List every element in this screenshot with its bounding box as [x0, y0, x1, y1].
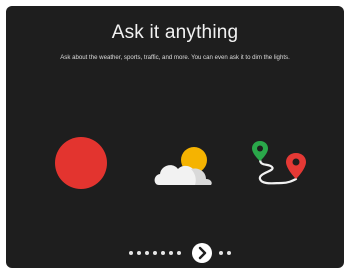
page-dot: [153, 251, 157, 255]
page-dot: [219, 251, 223, 255]
page-dot: [129, 251, 133, 255]
page-dot: [169, 251, 173, 255]
page-dot: [161, 251, 165, 255]
weather-icon: [151, 143, 213, 189]
page-subtitle: Ask about the weather, sports, traffic, …: [60, 54, 290, 61]
page-dot: [145, 251, 149, 255]
page-title: Ask it anything: [111, 22, 239, 43]
next-button[interactable]: [192, 243, 212, 263]
page-dot: [227, 251, 231, 255]
chevron-right-icon: [198, 246, 207, 260]
onboarding-screen: Ask it anything Ask about the weather, s…: [6, 6, 344, 268]
route-icon: [248, 139, 308, 193]
mic-circle-icon: [54, 136, 108, 190]
page-indicator: [6, 243, 344, 263]
page-dot: [137, 251, 141, 255]
page-dot: [177, 251, 181, 255]
